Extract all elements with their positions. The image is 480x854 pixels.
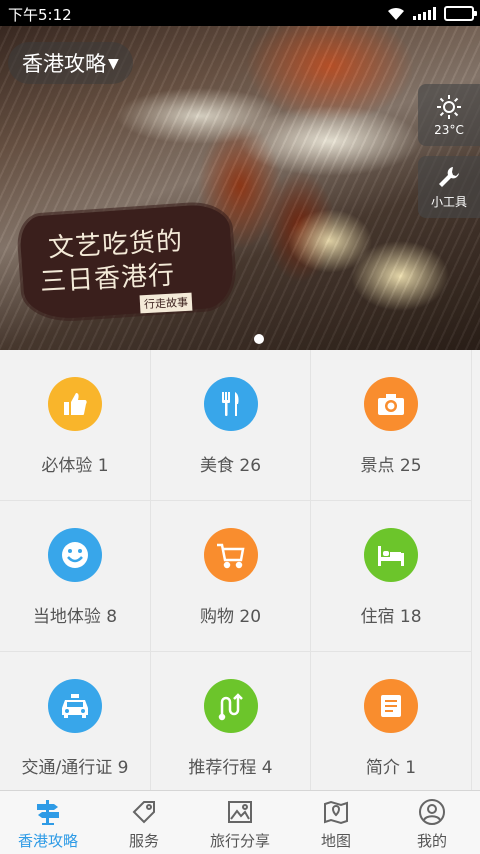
tools-label: 小工具 (430, 195, 467, 209)
tab-services[interactable]: 服务 (96, 791, 192, 854)
category-label: 美食 26 (199, 456, 262, 476)
tab-mine[interactable]: 我的 (384, 791, 480, 854)
document-icon (364, 679, 418, 733)
category-label: 推荐行程 4 (188, 758, 273, 778)
caret-down-icon: ▼ (108, 56, 119, 72)
weather-button[interactable]: 23°C (418, 84, 480, 146)
taxi-icon (48, 679, 102, 733)
tab-label: 旅行分享 (209, 832, 270, 850)
tab-label: 地图 (320, 832, 351, 850)
shopping-cart-icon (203, 528, 258, 582)
category-shopping[interactable]: 购物 20 (151, 501, 311, 652)
tools-button[interactable]: 小工具 (418, 156, 480, 218)
tab-label: 我的 (416, 832, 447, 850)
hero-banner[interactable]: 香港攻略 ▼ 文艺吃货的 三日香港行 行走故事 23°C 小工具 (0, 26, 480, 350)
category-sights[interactable]: 景点 25 (311, 350, 472, 501)
status-bar: 下午5:12 (0, 0, 480, 26)
city-selector[interactable]: 香港攻略 ▼ (8, 42, 133, 84)
category-label: 当地体验 8 (32, 607, 118, 627)
sun-icon (436, 94, 462, 123)
category-local-experience[interactable]: 当地体验 8 (0, 501, 151, 652)
category-lodging[interactable]: 住宿 18 (311, 501, 472, 652)
wifi-icon (387, 6, 405, 20)
wrench-icon (436, 164, 462, 193)
battery-icon (444, 5, 477, 21)
category-transport[interactable]: 交通/通行证 9 (0, 652, 151, 803)
category-label: 交通/通行证 9 (21, 758, 129, 778)
tab-label: 香港攻略 (17, 832, 78, 850)
banner-logo: 文艺吃货的 三日香港行 行走故事 (18, 202, 236, 322)
fork-knife-icon (203, 377, 258, 431)
tab-guide[interactable]: 香港攻略 (0, 791, 96, 854)
category-label: 简介 1 (365, 758, 417, 778)
category-label: 住宿 18 (360, 607, 422, 627)
camera-icon (364, 377, 418, 431)
category-food[interactable]: 美食 26 (151, 350, 311, 501)
signpost-icon (33, 797, 63, 827)
category-grid: 必体验 1 美食 26 景点 25 当地体验 8 购物 20 住宿 18 交通/… (0, 350, 480, 803)
category-must-experience[interactable]: 必体验 1 (0, 350, 151, 501)
bottom-tab-bar: 香港攻略 服务 旅行分享 地图 我的 (0, 790, 480, 854)
city-label: 香港攻略 (22, 52, 106, 76)
tab-map[interactable]: 地图 (288, 791, 384, 854)
tab-label: 服务 (128, 832, 159, 850)
category-label: 购物 20 (199, 607, 262, 627)
category-itinerary[interactable]: 推荐行程 4 (151, 652, 311, 803)
bed-icon (364, 528, 418, 582)
status-time: 下午5:12 (8, 6, 72, 24)
category-label: 景点 25 (360, 456, 422, 476)
category-intro[interactable]: 简介 1 (311, 652, 472, 803)
route-icon (203, 679, 258, 733)
carousel-indicator (254, 334, 264, 344)
user-icon (417, 797, 447, 827)
signal-icon (413, 6, 436, 20)
map-icon (321, 797, 351, 827)
logo-line-2: 三日香港行 (39, 260, 176, 298)
tab-travel-share[interactable]: 旅行分享 (192, 791, 288, 854)
thumbs-up-icon (48, 377, 102, 431)
tag-icon (129, 797, 159, 827)
picture-icon (225, 797, 255, 827)
category-label: 必体验 1 (41, 456, 109, 476)
logo-tag: 行走故事 (139, 292, 193, 314)
weather-temp: 23°C (434, 122, 464, 137)
smiley-icon (48, 528, 102, 582)
